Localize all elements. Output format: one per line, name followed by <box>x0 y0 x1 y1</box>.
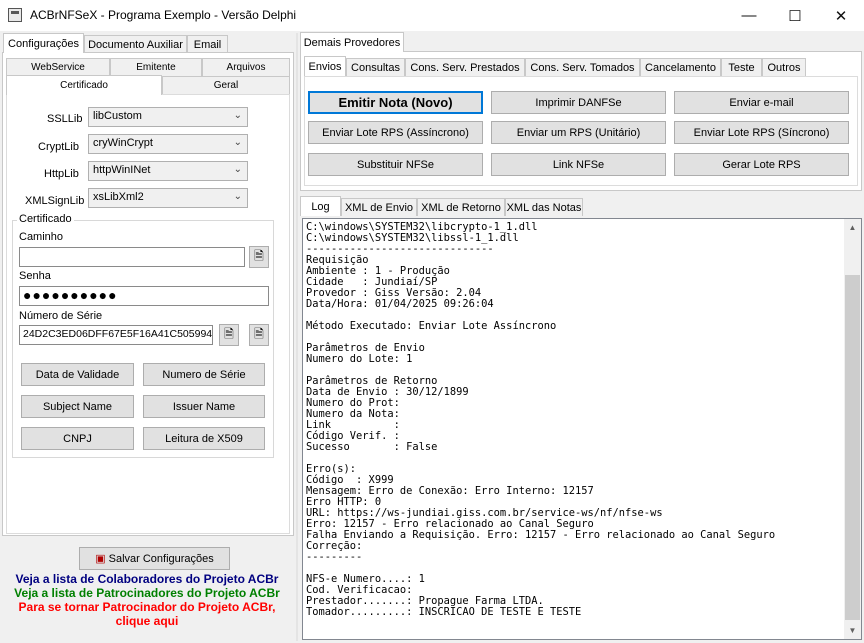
caminho-label: Caminho <box>19 231 64 243</box>
numero-serie-button[interactable]: Numero de Série <box>143 363 265 386</box>
tab-email[interactable]: Email <box>187 35 228 53</box>
link-colaboradores[interactable]: Veja a lista de Colaboradores do Projeto… <box>2 572 292 586</box>
tab-documento-auxiliar[interactable]: Documento Auxiliar <box>84 35 187 53</box>
xmlsignlib-select[interactable]: xsLibXml2 ⌄ <box>88 188 248 208</box>
senha-field[interactable]: ●●●●●●●●●● <box>19 286 269 306</box>
enviar-email-button[interactable]: Enviar e-mail <box>674 91 849 114</box>
tab-xml-retorno[interactable]: XML de Retorno <box>417 198 505 216</box>
tab-log[interactable]: Log <box>300 196 341 216</box>
leitura-x509-button[interactable]: Leitura de X509 <box>143 427 265 450</box>
chevron-down-icon: ⌄ <box>233 110 242 121</box>
data-validade-button[interactable]: Data de Validade <box>21 363 134 386</box>
chevron-down-icon: ⌄ <box>233 164 242 175</box>
splitter[interactable] <box>296 33 298 641</box>
subtab-cancelamento[interactable]: Cancelamento <box>640 58 721 76</box>
enviar-lote-assincrono-button[interactable]: Enviar Lote RPS (Assíncrono) <box>308 121 483 144</box>
log-memo[interactable]: C:\windows\SYSTEM32\libcrypto-1_1.dll C:… <box>302 218 862 640</box>
window-title: ACBrNFSeX - Programa Exemplo - Versão De… <box>30 8 297 22</box>
salvar-configuracoes-button[interactable]: ▣ Salvar Configurações <box>79 547 230 570</box>
scroll-down-icon[interactable]: ▼ <box>844 622 861 639</box>
link-patrocinar-line1[interactable]: Para se tornar Patrocinador do Projeto A… <box>2 600 292 614</box>
httplib-value: httpWinINet <box>93 164 151 176</box>
serie-input[interactable]: 24D2C3ED06DFF67E5F16A41C505994 <box>19 325 213 345</box>
cryptlib-value: cryWinCrypt <box>93 137 153 149</box>
select-cert-file-icon[interactable]: 🗎 <box>249 324 269 346</box>
chevron-down-icon: ⌄ <box>233 191 242 202</box>
subtab-cons-serv-tomados[interactable]: Cons. Serv. Tomados <box>525 58 640 76</box>
chevron-down-icon: ⌄ <box>233 137 242 148</box>
select-cert-icon[interactable]: 🗎 <box>219 324 239 346</box>
save-icon: ▣ <box>95 553 106 565</box>
link-nfse-button[interactable]: Link NFSe <box>491 153 666 176</box>
ssllib-label: SSLLib <box>47 113 83 125</box>
tab-xml-notas[interactable]: XML das Notas <box>505 198 583 216</box>
close-icon[interactable]: ✕ <box>818 0 864 31</box>
subtab-emitente[interactable]: Emitente <box>110 58 202 76</box>
imprimir-danfse-button[interactable]: Imprimir DANFSe <box>491 91 666 114</box>
tab-demais-provedores[interactable]: Demais Provedores <box>300 32 404 52</box>
ssllib-select[interactable]: libCustom ⌄ <box>88 107 248 127</box>
link-patrocinadores[interactable]: Veja a lista de Patrocinadores do Projet… <box>2 586 292 600</box>
caminho-input[interactable] <box>19 247 245 267</box>
subject-name-button[interactable]: Subject Name <box>21 395 134 418</box>
title-bar: ACBrNFSeX - Programa Exemplo - Versão De… <box>0 0 864 31</box>
cryptlib-label: CryptLib <box>38 141 79 153</box>
subtab-arquivos[interactable]: Arquivos <box>202 58 290 76</box>
httplib-label: HttpLib <box>44 168 79 180</box>
subtab-webservice[interactable]: WebService <box>6 58 110 76</box>
issuer-name-button[interactable]: Issuer Name <box>143 395 265 418</box>
cryptlib-select[interactable]: cryWinCrypt ⌄ <box>88 134 248 154</box>
subtab-geral[interactable]: Geral <box>162 76 290 94</box>
log-scrollbar[interactable]: ▲ ▼ <box>844 219 861 639</box>
app-icon <box>8 8 22 22</box>
scroll-thumb[interactable] <box>845 275 860 620</box>
browse-file-icon[interactable]: 🗎 <box>249 246 269 268</box>
certificado-group-title: Certificado <box>17 213 74 225</box>
xmlsignlib-label: XMLSignLib <box>25 195 85 207</box>
httplib-select[interactable]: httpWinINet ⌄ <box>88 161 248 181</box>
salvar-label: Salvar Configurações <box>108 552 214 565</box>
tab-configuracoes[interactable]: Configurações <box>3 33 84 53</box>
minimize-icon[interactable]: — <box>726 0 772 31</box>
tab-xml-envio[interactable]: XML de Envio <box>341 198 417 216</box>
enviar-lote-sincrono-button[interactable]: Enviar Lote RPS (Síncrono) <box>674 121 849 144</box>
subtab-certificado[interactable]: Certificado <box>6 75 162 95</box>
subtab-consultas[interactable]: Consultas <box>346 58 405 76</box>
cnpj-button[interactable]: CNPJ <box>21 427 134 450</box>
xmlsignlib-value: xsLibXml2 <box>93 191 144 203</box>
scroll-up-icon[interactable]: ▲ <box>844 219 861 236</box>
subtab-envios[interactable]: Envios <box>304 56 346 76</box>
substituir-nfse-button[interactable]: Substituir NFSe <box>308 153 483 176</box>
subtab-teste[interactable]: Teste <box>721 58 762 76</box>
gerar-lote-rps-button[interactable]: Gerar Lote RPS <box>674 153 849 176</box>
ssllib-value: libCustom <box>93 110 142 122</box>
subtab-outros[interactable]: Outros <box>762 58 806 76</box>
log-text: C:\windows\SYSTEM32\libcrypto-1_1.dll C:… <box>306 221 776 618</box>
subtab-cons-serv-prestados[interactable]: Cons. Serv. Prestados <box>405 58 525 76</box>
emitir-nota-button[interactable]: Emitir Nota (Novo) <box>308 91 483 114</box>
enviar-rps-unitario-button[interactable]: Enviar um RPS (Unitário) <box>491 121 666 144</box>
maximize-icon[interactable]: ☐ <box>772 0 818 31</box>
serie-label: Número de Série <box>19 310 103 322</box>
senha-label: Senha <box>19 270 51 282</box>
link-patrocinar-line2[interactable]: clique aqui <box>2 614 292 628</box>
